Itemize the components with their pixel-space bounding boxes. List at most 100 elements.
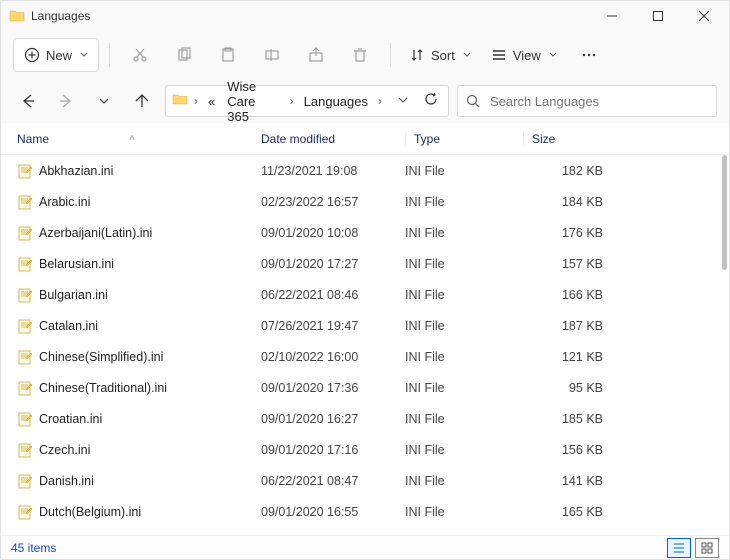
column-headers: Name ˄ Date modified Type Size — [1, 123, 729, 155]
view-button-label: View — [513, 48, 541, 63]
search-icon — [466, 94, 480, 108]
address-bar[interactable]: › « Wise Care 365 › Languages › — [165, 85, 449, 117]
new-button[interactable]: New — [13, 38, 99, 72]
ini-file-icon — [17, 256, 33, 272]
ini-file-icon — [17, 504, 33, 520]
forward-button[interactable] — [51, 86, 81, 116]
file-date: 07/26/2021 19:47 — [261, 319, 405, 333]
file-date: 02/23/2022 16:57 — [261, 195, 405, 209]
file-type: INI File — [405, 505, 523, 519]
file-size: 187 KB — [523, 319, 603, 333]
ini-file-icon — [17, 225, 33, 241]
arrow-left-icon — [20, 93, 36, 109]
file-row[interactable]: Chinese(Traditional).ini09/01/2020 17:36… — [1, 372, 729, 403]
breadcrumb-item[interactable]: Languages — [300, 92, 372, 111]
status-bar: 45 items — [1, 535, 729, 559]
folder-icon — [172, 91, 188, 112]
refresh-icon — [424, 92, 438, 106]
ini-file-icon — [17, 380, 33, 396]
share-button[interactable] — [296, 38, 336, 72]
toolbar-divider — [390, 43, 391, 67]
chevron-right-icon[interactable]: › — [376, 94, 384, 108]
refresh-button[interactable] — [418, 92, 444, 111]
column-header-name[interactable]: Name ˄ — [17, 132, 261, 146]
file-type: INI File — [405, 288, 523, 302]
file-row[interactable]: Czech.ini09/01/2020 17:16INI File156 KB — [1, 434, 729, 465]
back-button[interactable] — [13, 86, 43, 116]
breadcrumb-overflow[interactable]: « — [204, 92, 219, 111]
chevron-down-icon — [463, 51, 471, 59]
chevron-right-icon[interactable]: › — [192, 94, 200, 108]
copy-button[interactable] — [164, 38, 204, 72]
file-size: 95 KB — [523, 381, 603, 395]
file-type: INI File — [405, 319, 523, 333]
file-size: 141 KB — [523, 474, 603, 488]
file-date: 09/01/2020 17:16 — [261, 443, 405, 457]
column-header-type[interactable]: Type — [405, 132, 523, 146]
item-count: 45 items — [11, 541, 56, 555]
file-date: 06/22/2021 08:47 — [261, 474, 405, 488]
view-button[interactable]: View — [483, 38, 565, 72]
file-row[interactable]: Danish.ini06/22/2021 08:47INI File141 KB — [1, 465, 729, 496]
file-size: 185 KB — [523, 412, 603, 426]
ini-file-icon — [17, 473, 33, 489]
file-row[interactable]: Abkhazian.ini11/23/2021 19:08INI File182… — [1, 155, 729, 186]
minimize-button[interactable] — [589, 1, 635, 31]
column-header-size[interactable]: Size — [523, 132, 603, 146]
file-row[interactable]: Bulgarian.ini06/22/2021 08:46INI File166… — [1, 279, 729, 310]
thumbnails-view-toggle[interactable] — [695, 538, 719, 558]
recent-button[interactable] — [89, 86, 119, 116]
file-list[interactable]: Abkhazian.ini11/23/2021 19:08INI File182… — [1, 155, 729, 535]
scrollbar-thumb[interactable] — [722, 155, 727, 270]
up-button[interactable] — [127, 86, 157, 116]
file-row[interactable]: Belarusian.ini09/01/2020 17:27INI File15… — [1, 248, 729, 279]
ini-file-icon — [17, 349, 33, 365]
file-name: Dutch(Belgium).ini — [39, 505, 141, 519]
sort-icon — [409, 47, 425, 63]
file-type: INI File — [405, 443, 523, 457]
new-button-label: New — [46, 48, 72, 63]
view-list-icon — [491, 47, 507, 63]
column-header-date[interactable]: Date modified — [261, 132, 405, 146]
plus-circle-icon — [24, 47, 40, 63]
sort-button[interactable]: Sort — [401, 38, 479, 72]
arrow-right-icon — [58, 93, 74, 109]
navigation-row: › « Wise Care 365 › Languages › — [1, 79, 729, 123]
file-type: INI File — [405, 164, 523, 178]
file-name: Abkhazian.ini — [39, 164, 113, 178]
details-view-toggle[interactable] — [667, 538, 691, 558]
paste-button[interactable] — [208, 38, 248, 72]
chevron-right-icon[interactable]: › — [288, 94, 296, 108]
rename-button[interactable] — [252, 38, 292, 72]
breadcrumb-item[interactable]: Wise Care 365 — [223, 77, 283, 126]
grid-icon — [701, 542, 713, 554]
cut-button[interactable] — [120, 38, 160, 72]
ini-file-icon — [17, 318, 33, 334]
file-row[interactable]: Croatian.ini09/01/2020 16:27INI File185 … — [1, 403, 729, 434]
close-button[interactable] — [681, 1, 727, 31]
maximize-button[interactable] — [635, 1, 681, 31]
file-row[interactable]: Arabic.ini02/23/2022 16:57INI File184 KB — [1, 186, 729, 217]
more-button[interactable] — [569, 38, 609, 72]
file-name: Czech.ini — [39, 443, 90, 457]
toolbar-divider — [109, 43, 110, 67]
trash-icon — [352, 47, 368, 63]
window-title: Languages — [31, 9, 90, 23]
search-box[interactable] — [457, 85, 717, 117]
file-row[interactable]: Azerbaijani(Latin).ini09/01/2020 10:08IN… — [1, 217, 729, 248]
file-date: 06/22/2021 08:46 — [261, 288, 405, 302]
file-date: 11/23/2021 19:08 — [261, 164, 405, 178]
file-size: 165 KB — [523, 505, 603, 519]
search-input[interactable] — [488, 93, 708, 110]
file-type: INI File — [405, 195, 523, 209]
file-row[interactable]: Chinese(Simplified).ini02/10/2022 16:00I… — [1, 341, 729, 372]
delete-button[interactable] — [340, 38, 380, 72]
file-date: 09/01/2020 17:36 — [261, 381, 405, 395]
clipboard-icon — [220, 47, 236, 63]
file-name: Chinese(Simplified).ini — [39, 350, 163, 364]
address-dropdown[interactable] — [392, 92, 414, 110]
file-row[interactable]: Catalan.ini07/26/2021 19:47INI File187 K… — [1, 310, 729, 341]
file-date: 09/01/2020 17:27 — [261, 257, 405, 271]
file-row[interactable]: Dutch(Belgium).ini09/01/2020 16:55INI Fi… — [1, 496, 729, 527]
chevron-down-icon — [80, 51, 88, 59]
